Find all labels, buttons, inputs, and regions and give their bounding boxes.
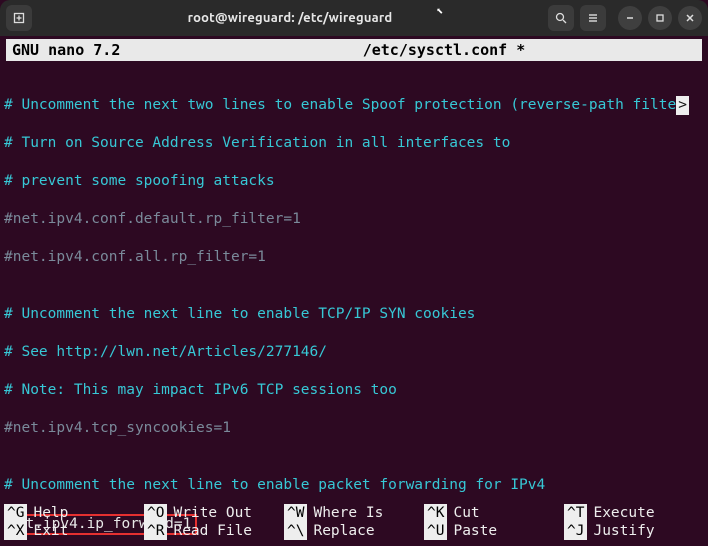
shortcut-cut: ^KCut [424,504,564,522]
editor-line: #net.ipv4.tcp_syncookies=1 [4,419,704,438]
editor-line: #net.ipv4.conf.all.rp_filter=1 [4,248,704,267]
shortcut-paste: ^UPaste [424,522,564,540]
editor-line: # Note: This may impact IPv6 TCP session… [4,381,704,400]
nano-filename: /etc/sysctl.conf * [252,41,636,59]
minimize-button[interactable] [618,6,642,30]
editor-line: # See http://lwn.net/Articles/277146/ [4,343,704,362]
nano-app-name: GNU nano 7.2 [12,41,252,59]
nano-footer: ^GHelp ^OWrite Out ^WWhere Is ^KCut ^TEx… [0,504,708,540]
shortcut-writeout: ^OWrite Out [144,504,284,522]
editor-area[interactable]: # Uncomment the next two lines to enable… [0,61,708,546]
close-button[interactable] [678,6,702,30]
hamburger-menu-button[interactable] [580,5,606,31]
shortcut-help: ^GHelp [4,504,144,522]
editor-line: #net.ipv4.conf.default.rp_filter=1 [4,210,704,229]
editor-line: # Uncomment the next line to enable pack… [4,476,704,495]
new-tab-button[interactable] [6,5,32,31]
line-continuation-marker: > [676,96,689,115]
editor-line: # Uncomment the next two lines to enable… [4,97,676,113]
window-titlebar: root@wireguard: /etc/wireguard [0,0,708,36]
shortcut-readfile: ^RRead File [144,522,284,540]
shortcut-whereis: ^WWhere Is [284,504,424,522]
shortcut-justify: ^JJustify [564,522,704,540]
shortcut-replace: ^\Replace [284,522,424,540]
shortcut-execute: ^TExecute [564,504,704,522]
nano-header: GNU nano 7.2 /etc/sysctl.conf * [6,39,702,61]
window-title: root@wireguard: /etc/wireguard [38,11,542,25]
maximize-button[interactable] [648,6,672,30]
editor-line: # Uncomment the next line to enable TCP/… [4,305,704,324]
editor-line: # Turn on Source Address Verification in… [4,134,704,153]
shortcut-exit: ^XExit [4,522,144,540]
search-button[interactable] [548,5,574,31]
editor-line: # prevent some spoofing attacks [4,172,704,191]
